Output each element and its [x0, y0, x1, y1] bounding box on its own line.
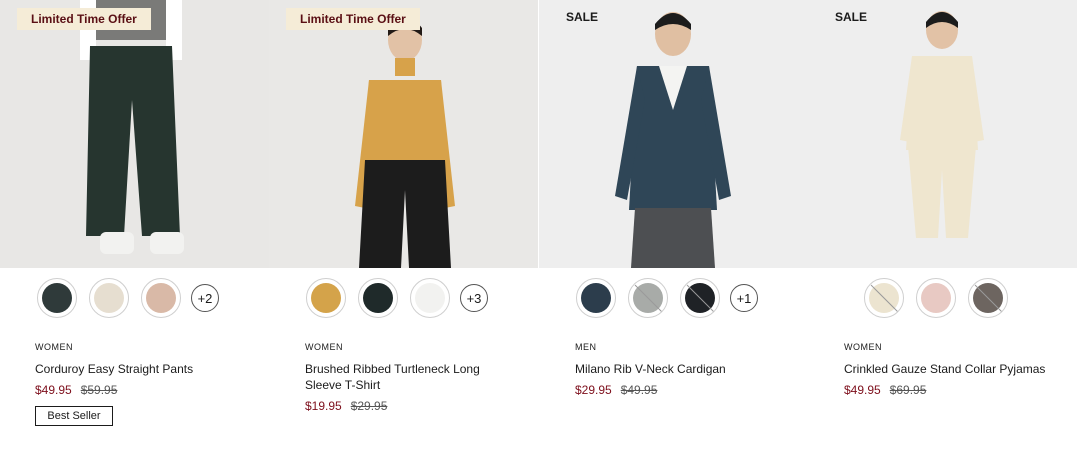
unavailable-strike-icon — [686, 284, 716, 314]
more-colors-button[interactable]: +1 — [730, 284, 758, 312]
color-swatch[interactable] — [916, 278, 956, 318]
pyjamas-illustration — [808, 0, 1077, 268]
color-swatch[interactable] — [306, 278, 346, 318]
sale-price: $49.95 — [844, 383, 881, 397]
product-card-cardigan[interactable]: SALE +1 MEN Milano Rib V-Neck Cardigan $… — [539, 0, 808, 462]
original-price: $29.95 — [350, 399, 388, 413]
color-swatches — [864, 278, 1020, 318]
pants-illustration — [0, 0, 269, 268]
unavailable-strike-icon — [870, 284, 900, 314]
color-swatch-unavailable[interactable] — [864, 278, 904, 318]
product-name[interactable]: Milano Rib V-Neck Cardigan — [575, 361, 775, 377]
product-name[interactable]: Brushed Ribbed Turtleneck Long Sleeve T-… — [305, 361, 505, 393]
product-image[interactable]: SALE — [808, 0, 1077, 268]
sale-badge: SALE — [835, 10, 868, 24]
product-gender: WOMEN — [35, 342, 73, 352]
color-swatch[interactable] — [576, 278, 616, 318]
color-swatches: +3 — [306, 278, 488, 318]
color-swatch-unavailable[interactable] — [680, 278, 720, 318]
turtleneck-illustration — [269, 0, 538, 268]
color-swatch-unavailable[interactable] — [968, 278, 1008, 318]
product-grid: Limited Time Offer +2 WOMEN Corduroy Eas… — [0, 0, 1080, 462]
more-colors-button[interactable]: +3 — [460, 284, 488, 312]
original-price: $59.95 — [80, 383, 118, 397]
product-image[interactable]: Limited Time Offer — [0, 0, 269, 268]
original-price: $49.95 — [620, 383, 658, 397]
best-seller-tag: Best Seller — [35, 406, 113, 426]
product-price: $49.95 $59.95 — [35, 383, 117, 397]
color-swatch[interactable] — [89, 278, 129, 318]
original-price: $69.95 — [889, 383, 927, 397]
product-price: $19.95 $29.95 — [305, 399, 387, 413]
product-card-turtleneck[interactable]: Limited Time Offer +3 WOMEN Brushed Ribb… — [269, 0, 538, 462]
product-price: $29.95 $49.95 — [575, 383, 657, 397]
product-card-corduroy-pants[interactable]: Limited Time Offer +2 WOMEN Corduroy Eas… — [0, 0, 269, 462]
color-swatch[interactable] — [358, 278, 398, 318]
color-swatch[interactable] — [141, 278, 181, 318]
product-image[interactable]: SALE — [539, 0, 808, 268]
product-gender: WOMEN — [844, 342, 882, 352]
limited-offer-badge: Limited Time Offer — [17, 8, 151, 30]
sale-badge: SALE — [566, 10, 599, 24]
product-price: $49.95 $69.95 — [844, 383, 926, 397]
product-gender: WOMEN — [305, 342, 343, 352]
sale-price: $19.95 — [305, 399, 342, 413]
color-swatches: +1 — [576, 278, 758, 318]
more-colors-button[interactable]: +2 — [191, 284, 219, 312]
limited-offer-badge: Limited Time Offer — [286, 8, 420, 30]
sale-price: $29.95 — [575, 383, 612, 397]
unavailable-strike-icon — [974, 284, 1004, 314]
product-image[interactable]: Limited Time Offer — [269, 0, 538, 268]
product-card-pyjamas[interactable]: SALE WOMEN Crinkled Gauze Stand Collar P… — [808, 0, 1077, 462]
sale-price: $49.95 — [35, 383, 72, 397]
cardigan-illustration — [539, 0, 808, 268]
product-name[interactable]: Corduroy Easy Straight Pants — [35, 361, 235, 377]
color-swatch[interactable] — [37, 278, 77, 318]
color-swatches: +2 — [37, 278, 219, 318]
product-gender: MEN — [575, 342, 597, 352]
color-swatch-unavailable[interactable] — [628, 278, 668, 318]
unavailable-strike-icon — [634, 284, 664, 314]
product-name[interactable]: Crinkled Gauze Stand Collar Pyjamas — [844, 361, 1064, 377]
color-swatch[interactable] — [410, 278, 450, 318]
